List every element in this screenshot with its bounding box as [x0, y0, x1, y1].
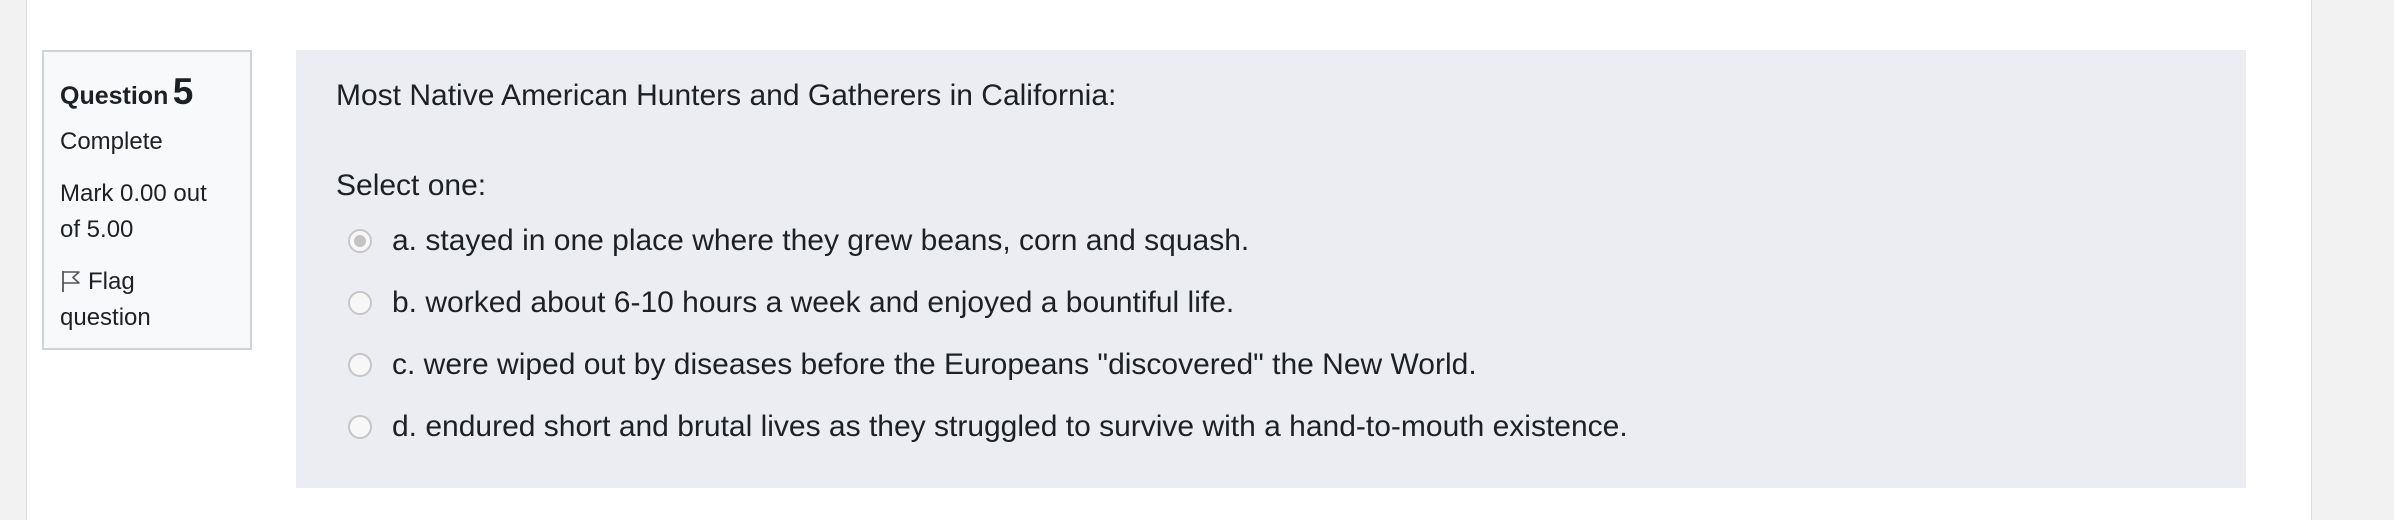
question-text: Most Native American Hunters and Gathere… — [336, 79, 1117, 112]
question-number: 5 — [172, 71, 194, 112]
question-grade: Mark 0.00 out of 5.00 — [60, 176, 234, 248]
answer-option-d[interactable]: d. endured short and brutal lives as the… — [336, 396, 2206, 458]
flag-label-1: Flag — [88, 268, 135, 296]
select-one-prompt: Select one: — [336, 169, 487, 202]
answer-option-b[interactable]: b. worked about 6-10 hours a week and en… — [336, 272, 2206, 334]
answer-radio-b[interactable] — [348, 291, 372, 315]
question-state: Complete — [60, 128, 163, 156]
flag-icon — [60, 268, 82, 293]
answer-radio-d[interactable] — [348, 415, 372, 439]
answer-option-c[interactable]: c. were wiped out by diseases before the… — [336, 334, 2206, 396]
flag-question-link[interactable]: Flag question — [60, 264, 234, 336]
grade-line-1: Mark 0.00 out — [60, 180, 207, 208]
question-number-heading: Question 5 — [60, 70, 234, 114]
flag-label-2: question — [60, 304, 151, 332]
answer-label-a: a. stayed in one place where they grew b… — [392, 224, 1250, 257]
answer-radio-a[interactable] — [348, 229, 372, 253]
answer-list: a. stayed in one place where they grew b… — [336, 210, 2206, 458]
question-label: Question — [60, 82, 169, 110]
answer-radio-c[interactable] — [348, 353, 372, 377]
question-info-panel: Question 5 Complete Mark 0.00 out of 5.0… — [42, 50, 252, 350]
question-content: Most Native American Hunters and Gathere… — [296, 50, 2246, 488]
grade-line-2: of 5.00 — [60, 216, 134, 244]
answer-option-a[interactable]: a. stayed in one place where they grew b… — [336, 210, 2206, 272]
answer-label-b: b. worked about 6-10 hours a week and en… — [392, 286, 1235, 319]
answer-label-d: d. endured short and brutal lives as the… — [392, 410, 1628, 443]
answer-label-c: c. were wiped out by diseases before the… — [392, 348, 1477, 381]
